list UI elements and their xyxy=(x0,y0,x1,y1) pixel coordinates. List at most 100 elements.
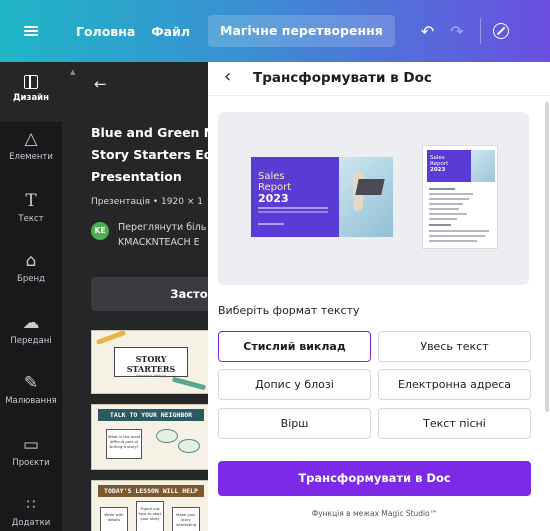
format-option-email[interactable]: Електронна адреса xyxy=(378,369,531,400)
layout-icon xyxy=(24,75,38,89)
doc-text-line xyxy=(429,218,457,220)
chevron-left-icon[interactable]: ‹ xyxy=(224,66,231,87)
template-title: Blue and Green N Story Starters Ed Prese… xyxy=(91,122,208,188)
avatar: KE xyxy=(91,222,109,240)
slide-text-lines xyxy=(258,207,328,209)
scroll-up-icon[interactable]: ▲ xyxy=(70,68,75,76)
doc-text-line xyxy=(429,188,455,190)
transform-panel: ‹ Трансформувати в Doc Sales Report 2023… xyxy=(208,62,550,531)
rail-item-draw[interactable]: ✎ Малювання xyxy=(0,374,62,406)
template-panel: ▲ ← Blue and Green N Story Starters Ed P… xyxy=(62,62,208,531)
apply-button[interactable]: Застосувати xyxy=(91,277,208,311)
pencil-decoration xyxy=(171,376,207,391)
format-option-summary[interactable]: Стислий виклад xyxy=(218,331,371,362)
author-line: Переглянути біль xyxy=(118,222,207,233)
rail-label: Бренд xyxy=(17,274,45,284)
slide-title-line: Sales xyxy=(258,171,285,182)
author-line: KMACKNTEACH E xyxy=(118,237,200,248)
doc-text-line xyxy=(429,213,467,215)
rail-label: Додатки xyxy=(11,518,51,528)
template-title-line: Blue and Green N xyxy=(91,125,208,140)
left-rail: Дизайн △ Елементи T Текст ⌂ Бренд ☁ Пере… xyxy=(0,62,62,531)
pencil-decoration xyxy=(96,331,126,345)
doc-preview-image: Sales Report 2023 xyxy=(422,145,498,249)
home-menu[interactable]: Головна xyxy=(68,24,143,39)
doc-text-line xyxy=(429,240,477,242)
magic-switch-button[interactable]: Магічне перетворення xyxy=(208,15,395,47)
slide-photo xyxy=(339,157,393,237)
doc-title-line: 2023 xyxy=(430,167,446,173)
thumbnail-banner: TODAY'S LESSON WILL HELP YOU: xyxy=(98,485,204,507)
template-meta: Презентація • 1920 × 1 xyxy=(91,197,203,207)
draw-icon: ✎ xyxy=(23,373,39,393)
rail-label: Текст xyxy=(18,214,44,224)
panel-scrollbar[interactable] xyxy=(545,102,549,412)
folder-icon: ▭ xyxy=(22,435,40,455)
slide-title: Sales Report 2023 xyxy=(258,171,291,205)
apps-icon: ∷ xyxy=(26,497,36,513)
cloud-check-icon[interactable] xyxy=(492,23,509,39)
transform-preview: Sales Report 2023 Sales Report 2023 xyxy=(218,112,529,285)
doc-text-line xyxy=(429,224,451,226)
doc-text-line xyxy=(429,203,463,205)
thumbnail-box: Make your story interesting xyxy=(172,507,200,531)
magic-studio-note: Функція в межах Magic Studio™ xyxy=(311,509,438,518)
doc-header: Sales Report 2023 xyxy=(427,150,495,182)
file-menu[interactable]: Файл xyxy=(143,24,198,39)
template-title-line: Presentation xyxy=(91,169,182,184)
format-option-poem[interactable]: Вірш xyxy=(218,408,371,439)
thumbnail-question-box: What is the most difficult part of writi… xyxy=(106,429,142,459)
format-label: Виберіть формат тексту xyxy=(218,304,360,317)
panel-header: ‹ Трансформувати в Doc xyxy=(208,62,550,96)
rail-item-projects[interactable]: ▭ Проєкти xyxy=(0,436,62,468)
rail-label: Проєкти xyxy=(12,458,50,468)
slide-title-year: 2023 xyxy=(258,192,289,205)
template-title-line: Story Starters Ed xyxy=(91,147,208,162)
rail-item-design[interactable]: Дизайн xyxy=(0,62,62,122)
author-link[interactable]: Переглянути біль KMACKNTEACH E xyxy=(118,220,208,250)
redo-icon[interactable]: ↷ xyxy=(450,22,463,41)
speech-bubble-icon xyxy=(178,439,200,453)
template-thumbnail[interactable]: TODAY'S LESSON WILL HELP YOU: Write with… xyxy=(91,480,208,531)
rail-item-text[interactable]: T Текст xyxy=(0,192,62,224)
toolbar-divider xyxy=(479,18,481,44)
doc-text-line xyxy=(429,198,469,200)
top-toolbar: Головна Файл Магічне перетворення ↶ ↷ xyxy=(0,0,550,62)
doc-text-line xyxy=(429,208,459,210)
format-option-song-lyrics[interactable]: Текст пісні xyxy=(378,408,531,439)
hamburger-icon[interactable] xyxy=(0,0,62,62)
rail-label: Малювання xyxy=(5,396,57,406)
doc-text-line xyxy=(429,230,489,232)
rail-label: Передані xyxy=(10,336,52,346)
rail-label: Елементи xyxy=(9,152,53,162)
undo-icon[interactable]: ↶ xyxy=(421,22,434,41)
doc-title: Sales Report 2023 xyxy=(430,155,448,173)
format-option-full-text[interactable]: Увесь текст xyxy=(378,331,531,362)
rail-label: Дизайн xyxy=(12,93,50,103)
panel-title: Трансформувати в Doc xyxy=(253,70,432,86)
doc-text-line xyxy=(429,235,485,237)
arrow-left-icon[interactable]: ← xyxy=(94,75,107,93)
brand-icon: ⌂ xyxy=(25,251,37,271)
slide-text-lines xyxy=(258,223,284,225)
laptop-icon xyxy=(355,179,385,195)
rail-item-apps[interactable]: ∷ Додатки xyxy=(0,496,62,528)
thumbnail-box: Figure out how to start your story xyxy=(136,501,164,531)
thumbnail-subheading: Narrative Writing xyxy=(136,374,166,378)
template-thumbnail[interactable]: STORY STARTERS Narrative Writing xyxy=(91,330,208,394)
thumbnail-card: STORY STARTERS Narrative Writing xyxy=(114,347,188,378)
doc-photo xyxy=(471,150,495,182)
text-icon: T xyxy=(25,191,37,211)
thumbnail-heading: STORY STARTERS xyxy=(126,354,176,374)
speech-bubble-icon xyxy=(156,429,178,443)
shapes-icon: △ xyxy=(24,129,38,149)
thumbnail-box: Write with details xyxy=(100,507,128,531)
transform-to-doc-button[interactable]: Трансформувати в Doc xyxy=(218,461,531,496)
rail-item-elements[interactable]: △ Елементи xyxy=(0,130,62,162)
upload-icon: ☁ xyxy=(22,313,40,333)
template-thumbnail[interactable]: TALK TO YOUR NEIGHBOR What is the most d… xyxy=(91,404,208,470)
doc-text-line xyxy=(429,193,473,195)
format-option-blog-post[interactable]: Допис у блозі xyxy=(218,369,371,400)
rail-item-brand[interactable]: ⌂ Бренд xyxy=(0,252,62,284)
rail-item-uploads[interactable]: ☁ Передані xyxy=(0,314,62,346)
